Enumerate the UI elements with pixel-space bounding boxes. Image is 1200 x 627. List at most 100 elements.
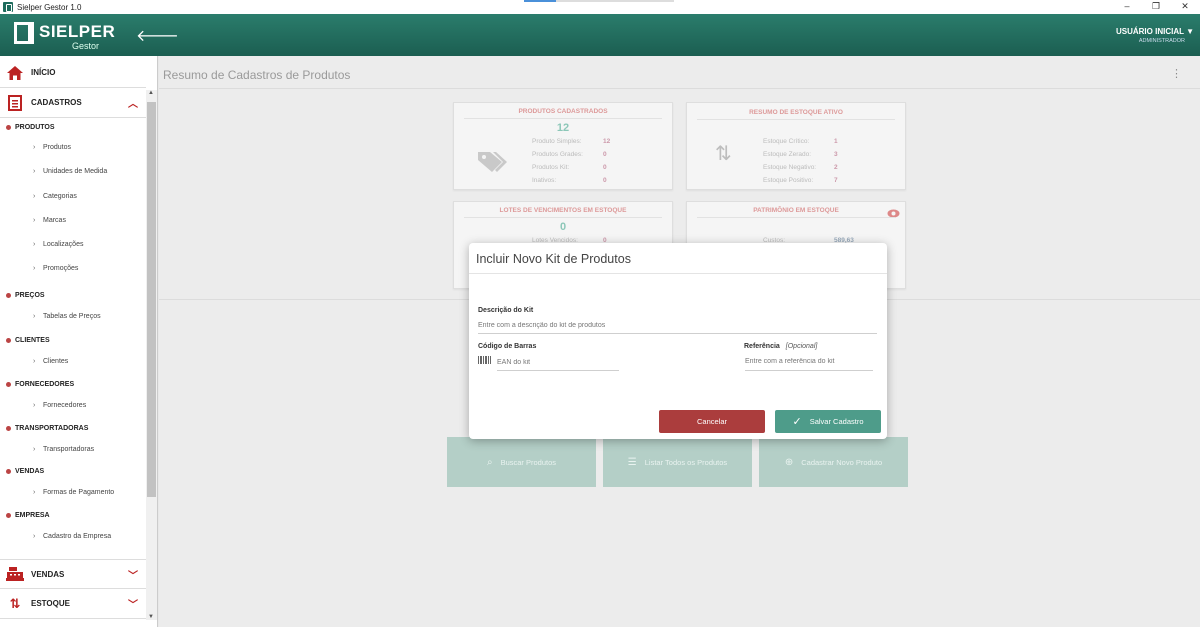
estoque-positivo-row: Estoque Positivo: 7 — [763, 177, 838, 184]
inativos-row: Inativos: 0 — [532, 177, 607, 184]
sidebar-group-clientes: CLIENTES — [6, 337, 50, 344]
produtos-cadastrados-card: PRODUTOS CADASTRADOS 12 Produto Simples:… — [453, 102, 673, 190]
barcode-icon — [478, 356, 491, 364]
descricao-label: Descrição do Kit — [478, 307, 534, 314]
produtos-grades-row: Produtos Grades: 0 — [532, 151, 607, 158]
codigo-barras-input[interactable] — [497, 354, 619, 371]
cancel-button[interactable]: Cancelar — [659, 410, 765, 433]
chevron-right-icon: › — [33, 217, 36, 224]
sidebar-scrollbar[interactable]: ▲ ▼ — [146, 90, 157, 620]
card-total: 12 — [556, 122, 570, 134]
sidebar-group-vendas: VENDAS — [6, 468, 44, 475]
sidebar-subitem-marcas[interactable]: › Marcas — [33, 217, 66, 224]
sidebar-subitem-categorias[interactable]: › Categorias — [33, 193, 77, 200]
logo-brand: SIELPER — [39, 22, 116, 41]
page-title: Resumo de Cadastros de Produtos — [163, 68, 351, 82]
header-divider — [159, 88, 1200, 89]
scroll-up-icon[interactable]: ▲ — [148, 90, 154, 96]
card-title: RESUMO DE ESTOQUE ATIVO — [749, 109, 843, 116]
document-list-icon — [6, 94, 24, 112]
referencia-input[interactable] — [745, 353, 873, 371]
chevron-up-icon: ︿ — [128, 99, 138, 110]
sidebar-item-label: INÍCIO — [31, 68, 56, 77]
list-icon: ☰ — [627, 456, 637, 468]
arrow-left-icon[interactable]: 🡐 — [136, 25, 179, 46]
user-name: USUÁRIO INICIAL — [1115, 27, 1184, 36]
app-header: SIELPER Gestor 🡐 USUÁRIO INICIAL ▼ ADMIN… — [0, 14, 1200, 56]
sidebar-group-fornecedores: FORNECEDORES — [6, 381, 74, 388]
plus-circle-icon: ⊕ — [784, 456, 794, 468]
chevron-down-icon: ﹀ — [128, 600, 138, 611]
card-title: LOTES DE VENCIMENTOS EM ESTOQUE — [499, 207, 627, 214]
check-icon: ✓ — [792, 416, 802, 428]
search-document-icon: ⌕ — [486, 456, 493, 468]
sidebar-item-label: CADASTROS — [31, 98, 82, 107]
caret-down-icon: ▼ — [1186, 27, 1194, 36]
chevron-right-icon: › — [33, 358, 36, 365]
sidebar-item-vendas[interactable]: VENDAS ﹀ — [0, 559, 146, 589]
tag-icon — [476, 149, 508, 178]
chevron-right-icon: › — [33, 144, 36, 151]
close-button[interactable]: ✕ — [1170, 0, 1200, 14]
listar-produtos-button[interactable]: ☰ Listar Todos os Produtos — [603, 437, 752, 487]
chevron-right-icon: › — [33, 265, 36, 272]
sidebar-subitem-clientes[interactable]: › Clientes — [33, 358, 68, 365]
swap-vertical-icon: ⇅ — [715, 143, 732, 165]
window-title: Sielper Gestor 1.0 — [17, 2, 82, 12]
chevron-right-icon: › — [33, 402, 36, 409]
sidebar-subitem-transportadoras[interactable]: › Transportadoras — [33, 446, 94, 453]
sidebar-item-label: VENDAS — [31, 569, 65, 579]
chevron-right-icon: › — [33, 168, 36, 175]
resumo-estoque-card: RESUMO DE ESTOQUE ATIVO ⇅ Estoque Crític… — [686, 102, 906, 190]
app-icon — [3, 2, 13, 12]
user-role: ADMINISTRADOR — [1138, 38, 1185, 44]
user-menu[interactable]: USUÁRIO INICIAL ▼ ADMINISTRADOR — [1116, 27, 1194, 44]
chevron-right-icon: › — [33, 313, 36, 320]
chevron-right-icon: › — [33, 533, 36, 540]
cadastrar-produto-button[interactable]: ⊕ Cadastrar Novo Produto — [759, 437, 908, 487]
sidebar-subitem-localizacoes[interactable]: › Localizações — [33, 241, 83, 248]
sidebar-item-inicio[interactable]: INÍCIO — [0, 58, 146, 88]
estoque-critico-row: Estoque Crítico: 1 — [763, 138, 838, 145]
logo: SIELPER Gestor — [14, 20, 115, 52]
card-title: PRODUTOS CADASTRADOS — [518, 108, 608, 115]
chevron-right-icon: › — [33, 241, 36, 248]
chevron-right-icon: › — [33, 489, 36, 496]
sidebar-subitem-formas-pagamento[interactable]: › Formas de Pagamento — [33, 489, 114, 496]
eye-icon[interactable] — [887, 205, 900, 223]
referencia-optional: [Opcional] — [785, 343, 818, 350]
sidebar-item-cadastros[interactable]: CADASTROS ︿ — [0, 88, 146, 118]
sidebar-group-empresa: EMPRESA — [6, 512, 50, 519]
sidebar-item-estoque[interactable]: ⇅ ESTOQUE ﹀ — [0, 589, 146, 619]
estoque-negativo-row: Estoque Negativo: 2 — [763, 164, 838, 171]
codigo-barras-label: Código de Barras — [478, 343, 537, 350]
sidebar-subitem-promocoes[interactable]: › Promoções — [33, 265, 78, 272]
home-icon — [6, 64, 24, 82]
loading-strip — [524, 0, 674, 2]
restore-button[interactable]: ❐ — [1141, 0, 1171, 14]
more-vertical-icon[interactable]: ⋮ — [1171, 67, 1182, 80]
sidebar-subitem-unidades[interactable]: › Unidades de Medida — [33, 168, 107, 175]
incluir-kit-modal: Incluir Novo Kit de Produtos Descrição d… — [469, 243, 887, 439]
window-titlebar: Sielper Gestor 1.0 – ❐ ✕ — [0, 0, 1200, 14]
sidebar-subitem-produtos[interactable]: › Produtos — [33, 144, 71, 151]
produtos-kit-row: Produtos Kit: 0 — [532, 164, 607, 171]
buscar-produtos-button[interactable]: ⌕ Buscar Produtos — [447, 437, 596, 487]
scrollbar-thumb[interactable] — [147, 102, 156, 497]
save-button[interactable]: ✓ Salvar Cadastro — [775, 410, 881, 433]
modal-title: Incluir Novo Kit de Produtos — [476, 252, 631, 266]
scroll-down-icon[interactable]: ▼ — [148, 614, 154, 620]
card-title: PATRIMÔNIO EM ESTOQUE — [753, 207, 839, 214]
minimize-button[interactable]: – — [1112, 0, 1142, 14]
chevron-down-icon: ﹀ — [128, 570, 138, 582]
descricao-input[interactable] — [478, 318, 877, 334]
modal-divider — [469, 273, 887, 274]
sidebar-item-label: ESTOQUE — [31, 599, 70, 608]
sidebar-group-transportadoras: TRANSPORTADORAS — [6, 425, 88, 432]
sidebar-subitem-cadastro-empresa[interactable]: › Cadastro da Empresa — [33, 533, 111, 540]
chevron-right-icon: › — [33, 193, 36, 200]
sidebar-subitem-tabelas-precos[interactable]: › Tabelas de Preços — [33, 313, 101, 320]
logo-mark-icon — [14, 22, 34, 44]
swap-vertical-icon: ⇅ — [9, 595, 21, 611]
sidebar-subitem-fornecedores[interactable]: › Fornecedores — [33, 402, 86, 409]
